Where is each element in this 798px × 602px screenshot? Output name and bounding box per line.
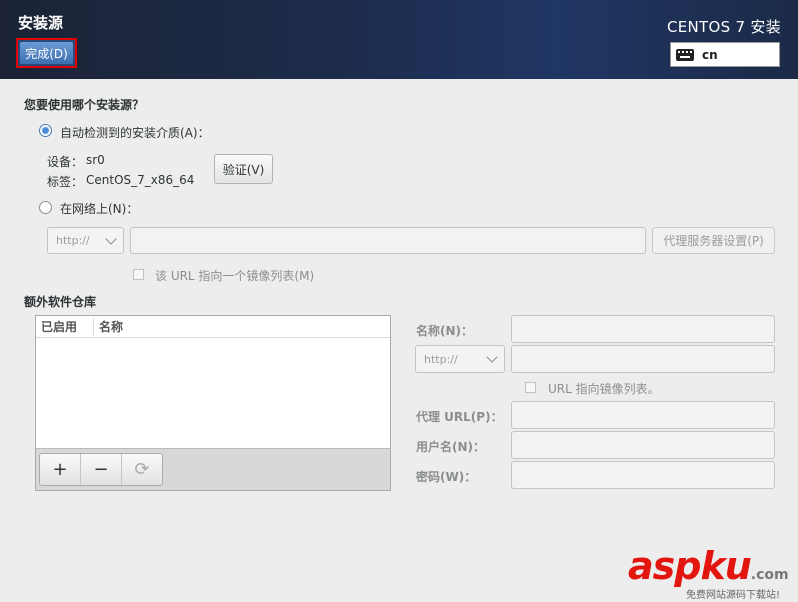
tag-value: CentOS_7_x86_64 — [86, 173, 195, 187]
keyboard-layout-label: cn — [702, 47, 718, 62]
repo-protocol-select[interactable]: http:// — [415, 345, 505, 373]
watermark-logo: aspku.com 免费网站源码下载站! — [628, 544, 789, 601]
verify-button[interactable]: 验证(V) — [214, 154, 273, 184]
auto-detect-radio[interactable] — [39, 124, 52, 137]
network-label[interactable]: 在网络上(N)： — [60, 200, 138, 217]
product-title: CENTOS 7 安装 — [666, 18, 781, 36]
proxy-url-label: 代理 URL(P)： — [416, 410, 503, 424]
remove-repo-button[interactable]: − — [81, 454, 122, 485]
repo-tool-group: + − ⟳ — [39, 453, 163, 486]
tag-label: 标签： — [47, 175, 84, 189]
page-title: 安装源 — [18, 14, 64, 32]
header-bar: 安装源 完成(D) CENTOS 7 安装 cn — [0, 0, 798, 79]
username-input[interactable] — [511, 431, 775, 459]
repo-mirror-label[interactable]: URL 指向镜像列表。 — [548, 380, 660, 397]
watermark-tld: .com — [750, 567, 789, 583]
password-label: 密码(W)： — [416, 470, 477, 484]
mirror-list-checkbox[interactable] — [133, 269, 144, 280]
chevron-down-icon — [105, 232, 117, 245]
repo-mirror-checkbox[interactable] — [525, 382, 536, 393]
repo-name-input[interactable] — [511, 315, 775, 343]
network-protocol-value: http:// — [56, 234, 90, 247]
add-repo-button[interactable]: + — [40, 454, 81, 485]
repo-table-header: 已启用 名称 — [36, 316, 390, 338]
repo-toolbar: + − ⟳ — [36, 448, 390, 490]
auto-detect-label[interactable]: 自动检测到的安装介质(A)： — [60, 124, 210, 141]
repos-heading: 额外软件仓库 — [24, 295, 97, 309]
network-protocol-select[interactable]: http:// — [47, 227, 124, 254]
column-name[interactable]: 名称 — [94, 318, 123, 335]
repo-url-input[interactable] — [511, 345, 775, 373]
chevron-down-icon — [486, 351, 498, 363]
watermark-tagline: 免费网站源码下载站! — [686, 590, 781, 601]
column-enabled[interactable]: 已启用 — [36, 318, 94, 335]
done-button-label: 完成(D) — [20, 42, 73, 64]
keyboard-layout-indicator[interactable]: cn — [670, 42, 780, 67]
watermark-brand: aspku — [628, 544, 752, 588]
refresh-icon[interactable]: ⟳ — [122, 454, 162, 485]
proxy-url-input[interactable] — [511, 401, 775, 429]
repo-name-label: 名称(N)： — [416, 324, 474, 338]
password-input[interactable] — [511, 461, 775, 489]
device-value: sr0 — [86, 153, 105, 167]
network-url-input[interactable] — [130, 227, 646, 254]
username-label: 用户名(N)： — [416, 440, 486, 454]
proxy-settings-button[interactable]: 代理服务器设置(P) — [652, 227, 775, 254]
keyboard-icon — [676, 48, 694, 61]
device-label: 设备： — [47, 155, 84, 169]
network-radio[interactable] — [39, 201, 52, 214]
repo-table[interactable]: 已启用 名称 + − ⟳ — [35, 315, 391, 491]
done-button[interactable]: 完成(D) — [16, 38, 77, 68]
mirror-list-label[interactable]: 该 URL 指向一个镜像列表(M) — [155, 267, 314, 284]
source-question: 您要使用哪个安装源？ — [24, 98, 145, 112]
repo-protocol-value: http:// — [424, 352, 458, 366]
